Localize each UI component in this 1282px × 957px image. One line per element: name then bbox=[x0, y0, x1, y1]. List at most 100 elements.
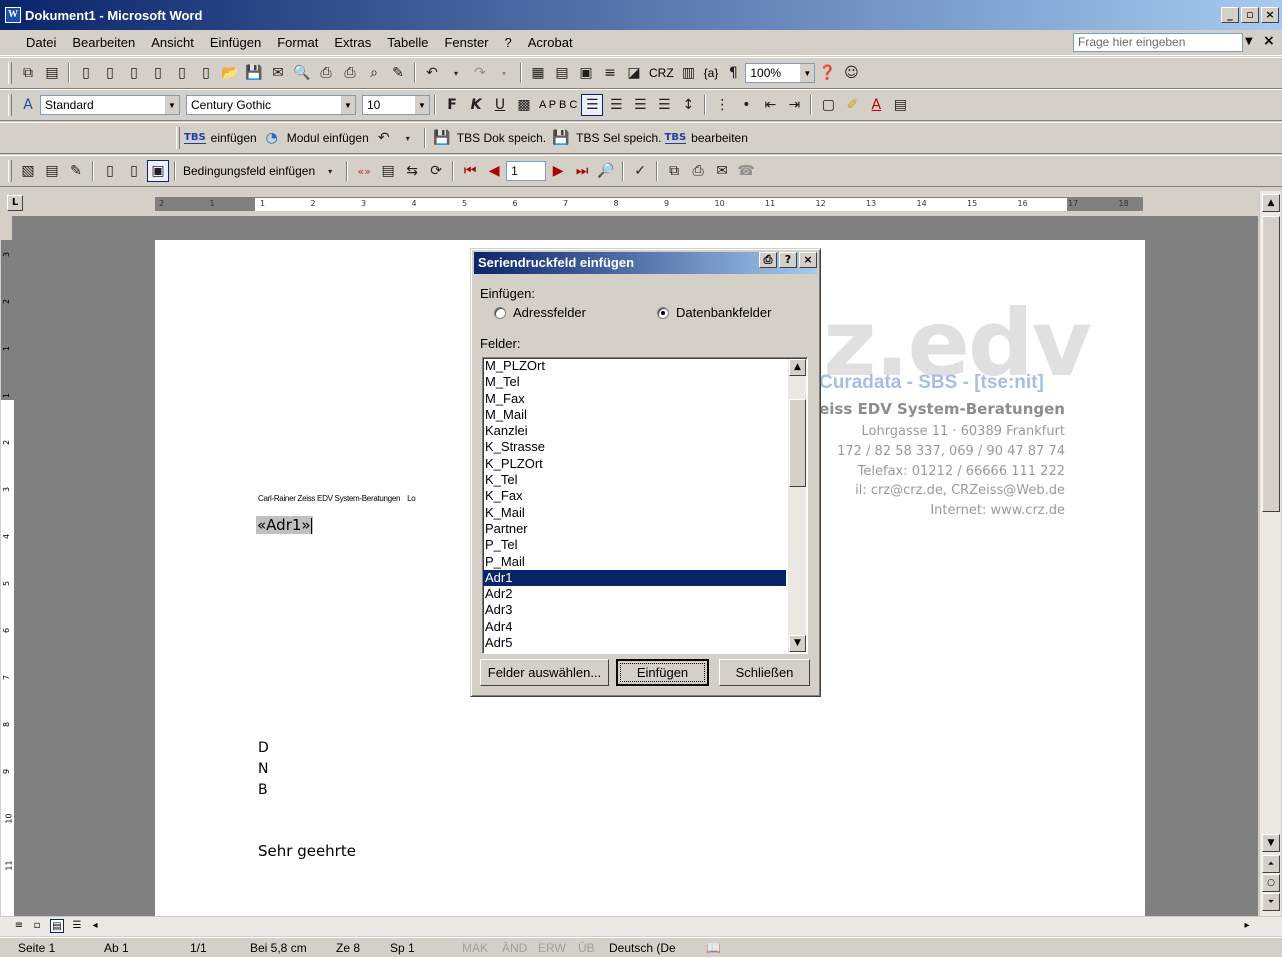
close-dialog-button[interactable]: Schließen bbox=[719, 659, 810, 686]
insert-merge-field-icon[interactable]: ▣ bbox=[147, 160, 169, 182]
chevron-down-icon[interactable]: ▾ bbox=[319, 160, 341, 182]
field-codes-button[interactable]: {a} bbox=[701, 66, 722, 80]
status-extend[interactable]: ERW bbox=[538, 941, 566, 955]
propagate-labels-icon[interactable]: ⟳ bbox=[425, 160, 447, 182]
vertical-ruler[interactable]: 3 2 1 1 2 3 4 5 6 7 8 9 10 11 bbox=[1, 240, 15, 916]
tables-borders-icon[interactable]: ▦ bbox=[527, 62, 549, 84]
browse-object-icon[interactable]: ○ bbox=[1262, 874, 1280, 892]
chevron-down-icon[interactable]: ▾ bbox=[397, 127, 419, 149]
tbs-sel-save-button[interactable]: TBS Sel speich. bbox=[573, 131, 664, 145]
match-fields-icon[interactable]: ⇆ bbox=[401, 160, 423, 182]
read-icon[interactable]: ☺ bbox=[840, 62, 862, 84]
crz-button[interactable]: CRZ bbox=[646, 66, 677, 80]
undo-icon[interactable]: ↶ bbox=[373, 127, 395, 149]
next-record-icon[interactable]: ▶ bbox=[547, 160, 569, 182]
close-button[interactable]: × bbox=[1261, 7, 1279, 23]
help-dropdown-icon[interactable]: ▼ bbox=[1245, 36, 1253, 47]
menu-format[interactable]: Format bbox=[269, 35, 326, 50]
merge-to-email-icon[interactable]: ✉ bbox=[711, 160, 733, 182]
field-list-item[interactable]: Kanzlei bbox=[483, 423, 786, 439]
line-spacing-icon[interactable]: ↕ bbox=[677, 94, 699, 116]
field-list-item[interactable]: Partner bbox=[483, 521, 786, 537]
font-color-icon[interactable]: A bbox=[865, 94, 887, 116]
list-scroll-up-icon[interactable]: ▲ bbox=[789, 359, 806, 376]
insert-button[interactable]: Einfügen bbox=[616, 659, 709, 686]
web-view-icon[interactable]: ▫ bbox=[30, 919, 44, 933]
view-merged-data-icon[interactable]: «» bbox=[353, 160, 375, 182]
highlight-icon[interactable]: ✐ bbox=[841, 94, 863, 116]
word-app-icon[interactable]: W bbox=[5, 7, 21, 23]
list-scroll-thumb[interactable] bbox=[789, 399, 806, 487]
chevron-down-icon[interactable]: ▼ bbox=[165, 96, 179, 114]
merge-field[interactable]: «Adr1» bbox=[256, 516, 313, 534]
insert-excel-icon[interactable]: ▣ bbox=[575, 62, 597, 84]
highlight-fields-icon[interactable]: ▤ bbox=[377, 160, 399, 182]
horizontal-ruler[interactable]: 2 1 1 2 3 4 5 6 7 8 9 10 11 12 13 14 15 16 17 18 bbox=[155, 197, 1143, 211]
menu-einfuegen[interactable]: Einfügen bbox=[202, 35, 269, 50]
menu-tabelle[interactable]: Tabelle bbox=[379, 35, 436, 50]
bold-icon[interactable]: F bbox=[441, 94, 463, 116]
status-overwrite[interactable]: ÜB bbox=[578, 941, 595, 955]
scroll-down-icon[interactable]: ▼ bbox=[1262, 834, 1280, 852]
previous-record-icon[interactable]: ◀ bbox=[483, 160, 505, 182]
scroll-thumb[interactable] bbox=[1262, 216, 1280, 512]
radio-address-label[interactable]: Adressfelder bbox=[513, 305, 586, 320]
chevron-down-icon[interactable]: ▼ bbox=[415, 96, 429, 114]
font-size-select[interactable]: 10 ▼ bbox=[362, 95, 430, 115]
tbs-edit-button[interactable]: bearbeiten bbox=[688, 131, 751, 145]
merge-to-printer-icon[interactable]: ⎙ bbox=[687, 160, 709, 182]
field-list-item[interactable]: M_Fax bbox=[483, 391, 786, 407]
tab-selector[interactable]: L bbox=[7, 195, 23, 211]
character-format-buttons[interactable]: A P B C bbox=[536, 99, 580, 111]
new-document-icon[interactable]: ▯ bbox=[147, 62, 169, 84]
print-layout-icon[interactable]: ▤ bbox=[50, 919, 64, 933]
redo-icon[interactable]: ↷ bbox=[469, 62, 491, 84]
align-center-icon[interactable]: ☰ bbox=[605, 94, 627, 116]
scroll-up-icon[interactable]: ▲ bbox=[1262, 194, 1280, 212]
insert-address-block-icon[interactable]: ▯ bbox=[99, 160, 121, 182]
list-scroll-down-icon[interactable]: ▼ bbox=[789, 635, 806, 652]
toolbar-grip[interactable] bbox=[8, 94, 12, 116]
scroll-right-icon[interactable]: ▸ bbox=[1240, 919, 1254, 933]
numbering-icon[interactable]: ⋮ bbox=[711, 94, 733, 116]
record-number-input[interactable]: 1 bbox=[506, 161, 547, 181]
spellcheck-icon[interactable]: 📖 bbox=[706, 941, 721, 955]
dialog-print-icon[interactable]: ⎙ bbox=[759, 252, 777, 268]
open-folder-icon[interactable]: 📂 bbox=[219, 62, 241, 84]
undo-dropdown-icon[interactable]: ▾ bbox=[445, 62, 467, 84]
format-painter-icon[interactable]: ✎ bbox=[387, 62, 409, 84]
increase-indent-icon[interactable]: ⇥ bbox=[783, 94, 805, 116]
new-document-icon[interactable]: ▯ bbox=[195, 62, 217, 84]
last-record-icon[interactable]: ⏭ bbox=[571, 160, 593, 182]
field-list-item[interactable]: Adr1 bbox=[483, 569, 786, 587]
new-document-icon[interactable]: ▯ bbox=[171, 62, 193, 84]
new-document-icon[interactable]: ▯ bbox=[99, 62, 121, 84]
first-record-icon[interactable]: ⏮ bbox=[459, 160, 481, 182]
reading-view-icon[interactable]: ◂ bbox=[88, 919, 102, 933]
previous-page-icon[interactable]: ⏶ bbox=[1262, 855, 1280, 873]
field-list-item[interactable]: M_Mail bbox=[483, 407, 786, 423]
condition-field-button[interactable]: Bedingungsfeld einfügen bbox=[180, 164, 318, 178]
tbs-doc-save-button[interactable]: TBS Dok speich. bbox=[454, 131, 549, 145]
field-list-item[interactable]: K_Mail bbox=[483, 505, 786, 521]
select-fields-button[interactable]: Felder auswählen... bbox=[480, 659, 609, 686]
menu-bearbeiten[interactable]: Bearbeiten bbox=[64, 35, 143, 50]
status-macro[interactable]: MAK bbox=[462, 941, 488, 955]
dialog-help-icon[interactable]: ? bbox=[779, 252, 797, 268]
acrobat-mail-icon[interactable]: ▤ bbox=[41, 62, 63, 84]
field-list-item[interactable]: K_Fax bbox=[483, 488, 786, 504]
recipients-icon[interactable]: ✎ bbox=[65, 160, 87, 182]
vertical-scrollbar[interactable]: ▲ ▼ ⏶ ○ ⏷ bbox=[1259, 191, 1281, 916]
status-language[interactable]: Deutsch (De bbox=[609, 941, 676, 955]
print-icon[interactable]: ⎙ bbox=[339, 62, 361, 84]
minimize-button[interactable]: _ bbox=[1221, 7, 1239, 23]
toolbar-grip[interactable] bbox=[8, 62, 12, 84]
merge-to-document-icon[interactable]: ⧉ bbox=[663, 160, 685, 182]
status-track-changes[interactable]: ÄND bbox=[502, 941, 527, 955]
horizontal-scrollbar[interactable]: ≡ ▫ ▤ ☰ ◂ ▸ bbox=[0, 916, 1282, 936]
drawing-icon[interactable]: ◪ bbox=[623, 62, 645, 84]
next-page-icon[interactable]: ⏷ bbox=[1262, 893, 1280, 911]
outline-view-icon[interactable]: ☰ bbox=[70, 919, 84, 933]
menu-ansicht[interactable]: Ansicht bbox=[143, 35, 202, 50]
fields-listbox[interactable]: M_PLZOrt M_Tel M_Fax M_Mail Kanzlei K_Strasse… bbox=[482, 357, 808, 654]
